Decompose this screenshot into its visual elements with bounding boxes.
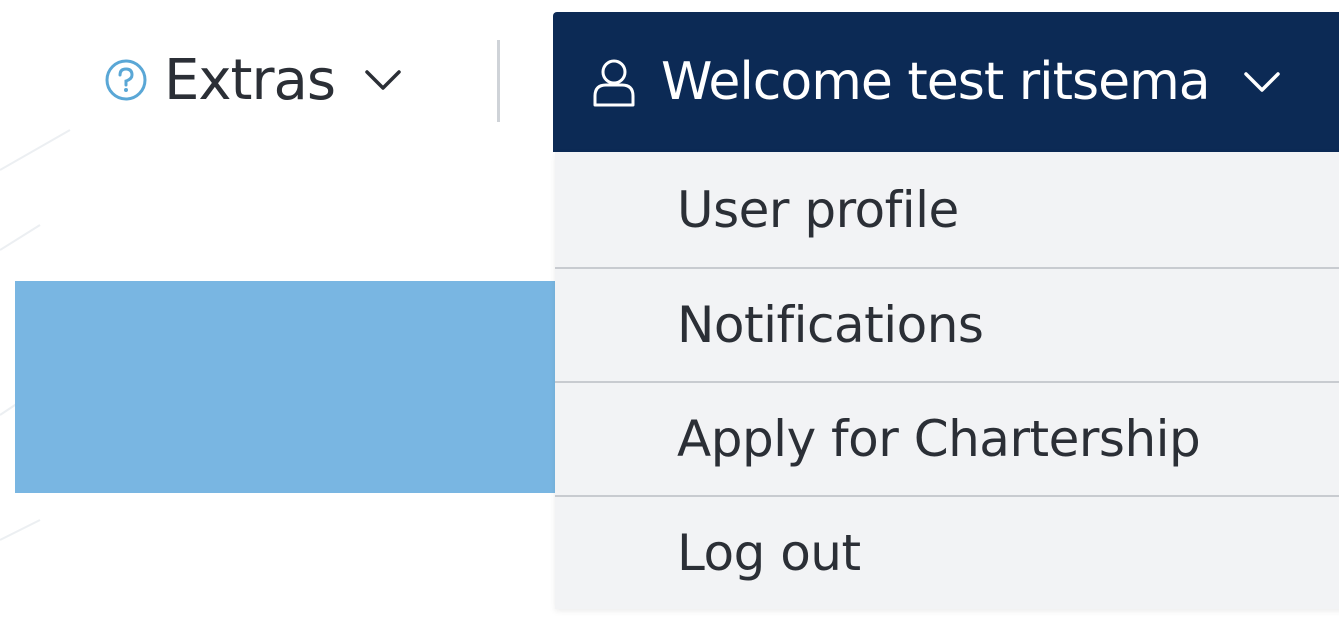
extras-menu-button[interactable]: Extras xyxy=(100,40,405,120)
user-icon xyxy=(589,54,639,110)
header-divider xyxy=(497,40,500,122)
menu-item-notifications[interactable]: Notifications xyxy=(555,269,1339,383)
chevron-down-icon xyxy=(361,58,405,102)
blue-banner-panel xyxy=(15,281,560,493)
user-menu-button[interactable]: Welcome test ritsema xyxy=(553,12,1339,152)
menu-item-user-profile[interactable]: User profile xyxy=(555,152,1339,269)
extras-label: Extras xyxy=(164,47,336,113)
chevron-down-icon xyxy=(1240,60,1284,104)
user-menu-label: Welcome test ritsema xyxy=(661,52,1211,112)
user-dropdown-menu: User profile Notifications Apply for Cha… xyxy=(555,152,1339,609)
menu-item-apply-for-chartership[interactable]: Apply for Chartership xyxy=(555,383,1339,497)
menu-item-log-out[interactable]: Log out xyxy=(555,497,1339,609)
help-circle-icon xyxy=(100,54,152,106)
